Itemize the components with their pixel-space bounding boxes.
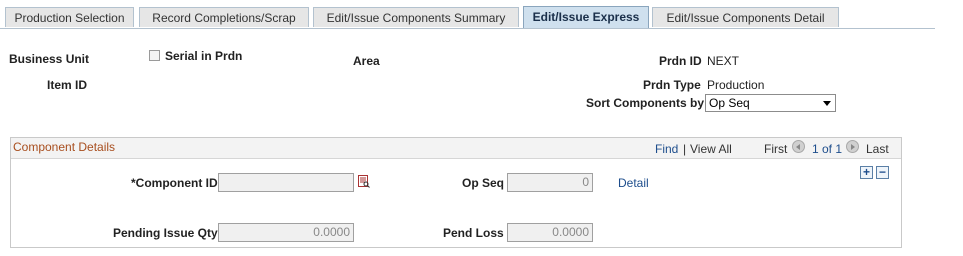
serial-in-prdn-label: Serial in Prdn [165, 49, 243, 63]
previous-row-button[interactable] [792, 140, 805, 153]
area-label: Area [353, 54, 380, 68]
prdn-type-value: Production [707, 78, 765, 92]
page-tab-bar: Production Selection Record Completions/… [0, 6, 935, 29]
pend-loss-label: Pend Loss [443, 226, 504, 240]
page-indicator: 1 of 1 [812, 142, 843, 156]
chevron-left-icon [796, 144, 800, 150]
serial-in-prdn-checkbox[interactable] [149, 50, 160, 61]
add-row-button[interactable]: + [860, 166, 873, 179]
prdn-id-value: NEXT [707, 54, 740, 68]
sort-components-label: Sort Components by [586, 96, 705, 110]
next-row-button[interactable] [846, 140, 859, 153]
component-details-header: Component Details Find | View All First … [11, 138, 901, 159]
component-id-field[interactable] [218, 173, 354, 192]
op-seq-label: Op Seq [462, 176, 505, 190]
sort-components-select[interactable]: Op Seq [705, 94, 836, 112]
pend-loss-field[interactable]: 0.0000 [507, 223, 593, 242]
delete-row-button[interactable]: − [876, 166, 889, 179]
tab-underline [0, 28, 935, 29]
find-link[interactable]: Find [655, 142, 678, 156]
op-seq-field[interactable]: 0 [507, 173, 593, 192]
tab-edit-issue-components-summary[interactable]: Edit/Issue Components Summary [313, 7, 519, 27]
pending-issue-qty-label: Pending Issue Qty [113, 226, 218, 240]
component-details-grid: Component Details Find | View All First … [10, 137, 902, 248]
prdn-type-label: Prdn Type [643, 78, 701, 92]
tab-edit-issue-express[interactable]: Edit/Issue Express [523, 6, 649, 29]
tab-record-completions-scrap[interactable]: Record Completions/Scrap [139, 7, 309, 27]
component-details-title: Component Details [13, 140, 116, 154]
component-id-label: *Component ID [131, 176, 218, 190]
business-unit-label: Business Unit [9, 52, 90, 66]
pending-issue-qty-field[interactable]: 0.0000 [218, 223, 354, 242]
link-separator: | [683, 142, 687, 156]
tab-edit-issue-components-detail[interactable]: Edit/Issue Components Detail [652, 7, 839, 27]
lookup-icon[interactable] [358, 175, 370, 191]
detail-link[interactable]: Detail [618, 176, 649, 190]
sort-components-selected-value: Op Seq [709, 96, 750, 110]
chevron-right-icon [851, 144, 855, 150]
tab-production-selection[interactable]: Production Selection [5, 7, 134, 27]
chevron-down-icon [823, 101, 831, 106]
last-label: Last [866, 142, 889, 156]
item-id-label: Item ID [47, 78, 88, 92]
view-all-link[interactable]: View All [690, 142, 732, 156]
prdn-id-label: Prdn ID [659, 54, 702, 68]
first-label: First [764, 142, 788, 156]
